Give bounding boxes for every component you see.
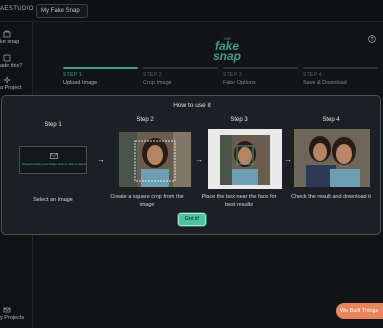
- step-3-title: Step 3: [230, 117, 248, 123]
- step-2-image: [117, 129, 193, 189]
- step-2-title: Step 2: [136, 117, 154, 123]
- step-2-desc: Create a square crop from the image: [110, 194, 184, 208]
- step-4-image: [294, 129, 370, 187]
- step-3-desc: Place the box near the face for best res…: [201, 194, 277, 208]
- arrow-right-icon: →: [284, 155, 292, 164]
- got-it-button[interactable]: Got it!: [178, 213, 206, 226]
- step-1-title: Step 1: [44, 122, 62, 128]
- step-4-desc: Check the result and download it: [291, 194, 371, 200]
- image-icon: [50, 153, 58, 159]
- step-4-title: Step 4: [322, 117, 340, 123]
- arrow-right-icon: →: [97, 155, 105, 164]
- arrow-right-icon: →: [195, 155, 203, 164]
- how-to-modal: How to use it Step 1 Drag and drop your …: [1, 95, 381, 235]
- built-things-badge[interactable]: We Built Things: [336, 303, 383, 319]
- modal-title: How to use it: [173, 102, 211, 109]
- upload-dropzone-preview: Drag and drop your image here or click t…: [19, 146, 87, 174]
- step-3-image: [208, 129, 282, 189]
- upload-text: Drag and drop your image here or click t…: [22, 162, 86, 166]
- step-1-desc: Select an Image: [33, 197, 73, 203]
